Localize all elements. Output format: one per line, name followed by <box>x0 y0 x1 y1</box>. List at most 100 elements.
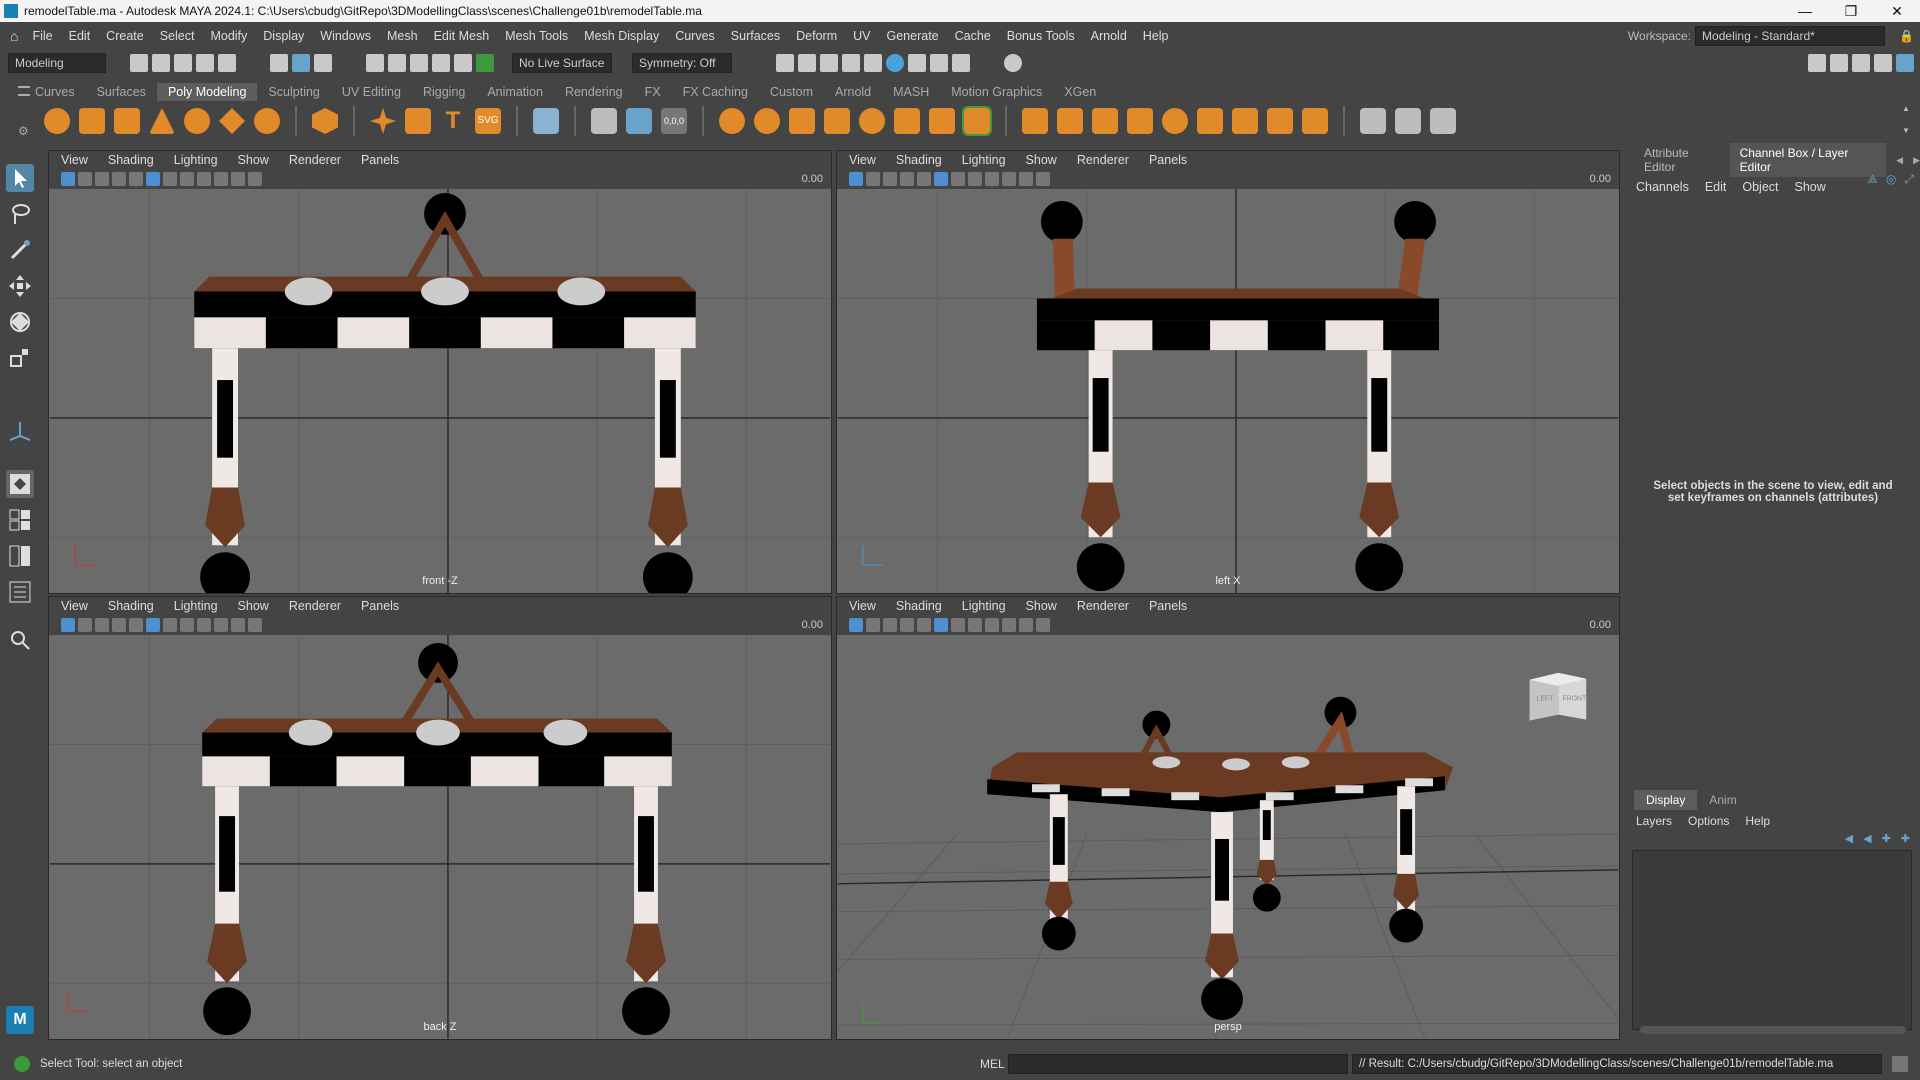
tab-attribute-editor[interactable]: Attribute Editor <box>1634 143 1730 177</box>
menu-modify[interactable]: Modify <box>202 29 255 43</box>
viewport-left[interactable]: View Shading Lighting Show Renderer Pane… <box>836 150 1620 594</box>
menu-cb-edit[interactable]: Edit <box>1705 180 1727 194</box>
panel-scroll-left-icon[interactable]: ◀ <box>1886 152 1913 169</box>
shelf-scroll-up-icon[interactable]: ▲ <box>1902 104 1910 113</box>
vp-menu-lighting[interactable]: Lighting <box>174 153 218 167</box>
isolate-icon[interactable] <box>214 618 228 632</box>
viewport-scene[interactable]: left X <box>837 189 1619 593</box>
isolate-icon[interactable] <box>214 172 228 186</box>
layout-icon-2[interactable] <box>1830 54 1848 72</box>
image-plane-icon[interactable] <box>95 618 109 632</box>
vp-menu-renderer[interactable]: Renderer <box>1077 599 1129 613</box>
script-editor-icon[interactable] <box>1892 1056 1908 1072</box>
xray-icon[interactable] <box>1019 172 1033 186</box>
poly-plane-icon[interactable] <box>219 108 245 134</box>
outliner-icon[interactable] <box>6 578 34 606</box>
freeze-transform-icon[interactable]: 0,0,0 <box>661 108 687 134</box>
bridge-icon[interactable] <box>929 108 955 134</box>
vp-menu-view[interactable]: View <box>61 153 88 167</box>
select-component-icon[interactable] <box>314 54 332 72</box>
smooth-shade-icon[interactable] <box>934 618 948 632</box>
search-icon[interactable] <box>6 626 34 654</box>
vp-menu-renderer[interactable]: Renderer <box>289 599 341 613</box>
multi-cut-icon[interactable] <box>1267 108 1293 134</box>
snap-live-icon[interactable] <box>476 54 494 72</box>
poly-cylinder-icon[interactable] <box>114 108 140 134</box>
menu-layer-help[interactable]: Help <box>1745 814 1770 828</box>
menu-uv[interactable]: UV <box>845 29 878 43</box>
select-tool-icon[interactable] <box>6 164 34 192</box>
snap-point-icon[interactable] <box>410 54 428 72</box>
home-icon[interactable]: ⌂ <box>10 28 18 44</box>
fill-hole-icon[interactable] <box>1162 108 1188 134</box>
image-plane-icon[interactable] <box>95 172 109 186</box>
extract-icon[interactable] <box>894 108 920 134</box>
layer-scrollbar[interactable] <box>1640 1026 1906 1034</box>
resolution-gate-icon[interactable] <box>248 172 262 186</box>
arnold-stop-icon[interactable] <box>930 54 948 72</box>
undo-icon[interactable] <box>196 54 214 72</box>
xray-icon[interactable] <box>1019 618 1033 632</box>
channel-box-icon-2[interactable]: ◎ <box>1886 172 1896 187</box>
close-button[interactable]: ✕ <box>1874 3 1920 20</box>
select-hierarchy-icon[interactable] <box>270 54 288 72</box>
tab-channel-box[interactable]: Channel Box / Layer Editor <box>1729 143 1887 177</box>
shelf-tab-mash[interactable]: MASH <box>882 83 940 101</box>
vp-menu-show[interactable]: Show <box>238 599 269 613</box>
rotate-tool-icon[interactable] <box>6 308 34 336</box>
viewport-scene[interactable]: LEFT FRONT persp <box>837 635 1619 1039</box>
bookmark-icon[interactable] <box>866 172 880 186</box>
menu-display[interactable]: Display <box>255 29 312 43</box>
shelf-tab-custom[interactable]: Custom <box>759 83 824 101</box>
vp-menu-panels[interactable]: Panels <box>1149 153 1187 167</box>
shelf-tab-arnold[interactable]: Arnold <box>824 83 882 101</box>
smooth-icon[interactable] <box>789 108 815 134</box>
resolution-gate-icon[interactable] <box>1036 618 1050 632</box>
render-current-icon[interactable] <box>798 54 816 72</box>
menu-object[interactable]: Object <box>1742 180 1778 194</box>
separate-icon[interactable] <box>754 108 780 134</box>
two-view-layout-icon[interactable] <box>6 542 34 570</box>
textured-icon[interactable] <box>951 172 965 186</box>
grid-icon[interactable] <box>900 172 914 186</box>
shadows-icon[interactable] <box>197 618 211 632</box>
type-tool-icon[interactable]: T <box>440 108 466 134</box>
menu-edit[interactable]: Edit <box>61 29 99 43</box>
viewport-scene[interactable]: back Z <box>49 635 831 1039</box>
viewport-front[interactable]: View Shading Lighting Show Renderer Pane… <box>48 150 832 594</box>
uv-layout-icon[interactable] <box>533 108 559 134</box>
vp-menu-view[interactable]: View <box>849 599 876 613</box>
smooth-shade-icon[interactable] <box>146 618 160 632</box>
vp-menu-panels[interactable]: Panels <box>1149 599 1187 613</box>
snap-curve-icon[interactable] <box>388 54 406 72</box>
lights-icon[interactable] <box>968 172 982 186</box>
vp-menu-lighting[interactable]: Lighting <box>962 153 1006 167</box>
menu-cache[interactable]: Cache <box>947 29 999 43</box>
textured-icon[interactable] <box>163 172 177 186</box>
last-tool-icon[interactable] <box>6 418 34 446</box>
exposure-value[interactable]: 0.00 <box>802 619 823 631</box>
menu-bonus-tools[interactable]: Bonus Tools <box>999 29 1083 43</box>
symmetry-dropdown[interactable]: Symmetry: Off <box>632 53 732 73</box>
extrude-icon[interactable] <box>1022 108 1048 134</box>
shadows-icon[interactable] <box>985 172 999 186</box>
move-layer-down-icon[interactable]: ◀ <box>1863 832 1871 845</box>
bevel-icon[interactable] <box>1057 108 1083 134</box>
bookmark-icon[interactable] <box>78 618 92 632</box>
menu-select[interactable]: Select <box>152 29 203 43</box>
menu-surfaces[interactable]: Surfaces <box>723 29 788 43</box>
grid-icon[interactable] <box>112 172 126 186</box>
bookmark-icon[interactable] <box>78 172 92 186</box>
smooth-shade-icon[interactable] <box>146 172 160 186</box>
layout-icon-1[interactable] <box>1808 54 1826 72</box>
arnold-ipr-icon[interactable] <box>908 54 926 72</box>
single-view-layout-icon[interactable] <box>6 470 34 498</box>
move-tool-icon[interactable] <box>6 272 34 300</box>
wireframe-icon[interactable] <box>129 172 143 186</box>
move-layer-up-icon[interactable]: ◀ <box>1845 832 1853 845</box>
vp-menu-renderer[interactable]: Renderer <box>289 153 341 167</box>
hypershade-icon[interactable] <box>864 54 882 72</box>
menu-mesh-display[interactable]: Mesh Display <box>576 29 667 43</box>
lock-icon[interactable]: 🔒 <box>1899 29 1914 43</box>
menu-cb-show[interactable]: Show <box>1795 180 1826 194</box>
